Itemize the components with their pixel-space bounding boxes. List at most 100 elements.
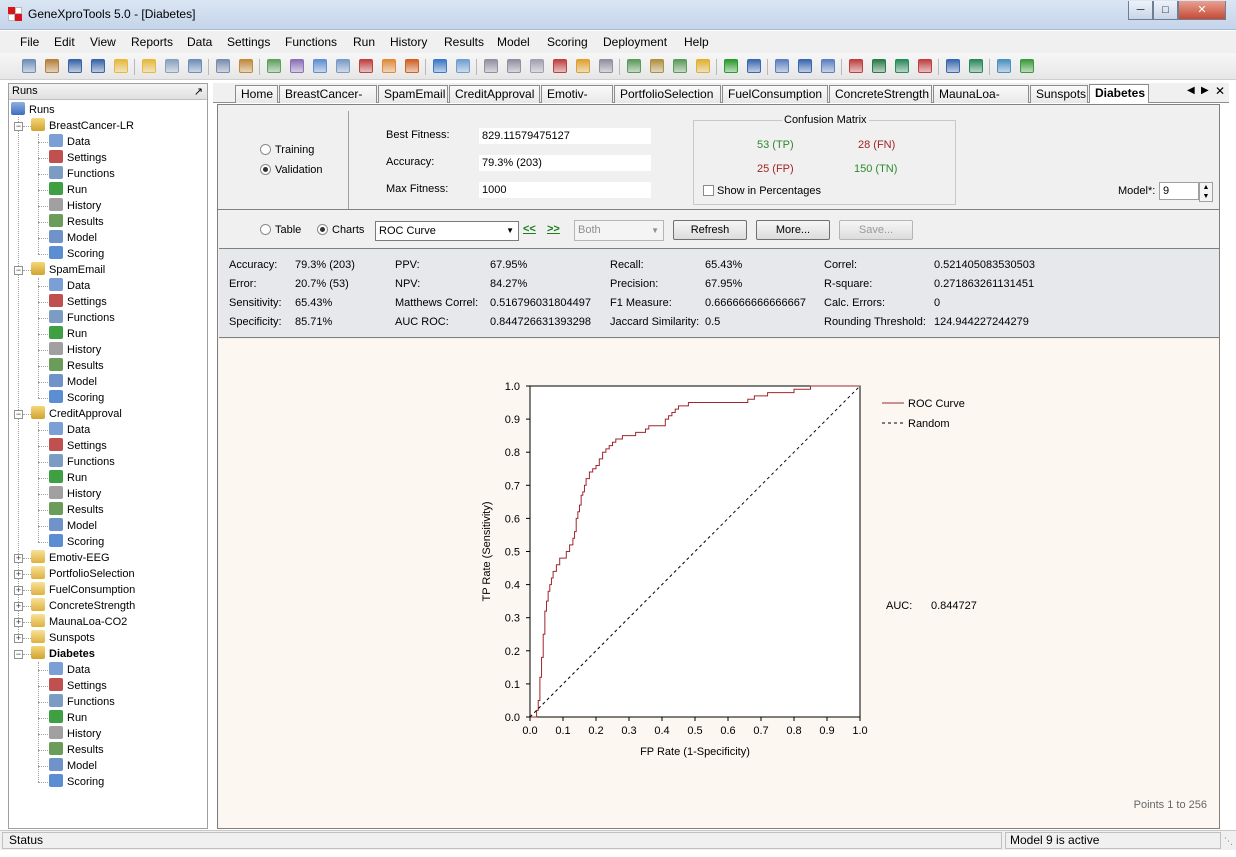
tab-spamemail[interactable]: SpamEmail (378, 85, 448, 103)
tree-spamemail-functions[interactable]: Functions (49, 310, 115, 326)
toolbar-tool-37-icon[interactable] (895, 59, 909, 73)
tree-run-portfolioselection[interactable]: PortfolioSelection (31, 566, 135, 582)
tree-creditapproval-data[interactable]: Data (49, 422, 90, 438)
toolbar-tool-8-icon[interactable] (188, 59, 202, 73)
tree-breastcancer-lr-settings[interactable]: Settings (49, 150, 107, 166)
tree-spamemail-settings[interactable]: Settings (49, 294, 107, 310)
menu-results[interactable]: Results (444, 35, 484, 49)
best-fitness-field[interactable]: 829.11579475127 (478, 127, 652, 145)
toolbar-tool-9-icon[interactable] (216, 59, 230, 73)
toolbar-tool-35-icon[interactable] (849, 59, 863, 73)
tree-root-runs[interactable]: Runs (11, 102, 55, 118)
tab-home[interactable]: Home (235, 85, 278, 103)
toolbar-tool-4-icon[interactable] (91, 59, 105, 73)
model-stepper[interactable]: 9 (1159, 182, 1199, 200)
tree-spamemail-data[interactable]: Data (49, 278, 90, 294)
tree-breastcancer-lr-data[interactable]: Data (49, 134, 90, 150)
tree-creditapproval-settings[interactable]: Settings (49, 438, 107, 454)
toolbar-tool-42-icon[interactable] (1020, 59, 1034, 73)
toolbar-tool-14-icon[interactable] (336, 59, 350, 73)
tree-run-creditapproval[interactable]: CreditApproval (31, 406, 122, 422)
tree-spamemail-results[interactable]: Results (49, 358, 104, 374)
toolbar-tool-34-icon[interactable] (821, 59, 835, 73)
menu-model[interactable]: Model (497, 35, 530, 49)
stepper-up-icon[interactable]: ▲ (1200, 183, 1212, 192)
tab-diabetes[interactable]: Diabetes (1089, 84, 1149, 103)
tree-run-maunaloa-co2[interactable]: MaunaLoa-CO2 (31, 614, 127, 630)
expand-toggle-icon[interactable]: − (14, 266, 23, 275)
tree-run-emotiv-eeg[interactable]: Emotiv-EEG (31, 550, 110, 566)
tree-diabetes-data[interactable]: Data (49, 662, 90, 678)
toolbar-tool-31-icon[interactable] (747, 59, 761, 73)
toolbar-tool-21-icon[interactable] (507, 59, 521, 73)
toolbar-tool-25-icon[interactable] (599, 59, 613, 73)
tab-close-icon[interactable]: ✕ (1215, 84, 1225, 98)
tree-diabetes-history[interactable]: History (49, 726, 101, 742)
toolbar-tool-16-icon[interactable] (382, 59, 396, 73)
tree-spamemail-run[interactable]: Run (49, 326, 87, 342)
tree-run-fuelconsumption[interactable]: FuelConsumption (31, 582, 135, 598)
tree-run-sunspots[interactable]: Sunspots (31, 630, 95, 646)
tab-concretestrength[interactable]: ConcreteStrength (829, 85, 932, 103)
accuracy-field[interactable]: 79.3% (203) (478, 154, 652, 172)
save-button[interactable]: Save... (839, 220, 913, 240)
tab-sunspots[interactable]: Sunspots (1030, 85, 1088, 103)
tree-diabetes-functions[interactable]: Functions (49, 694, 115, 710)
toolbar-tool-29-icon[interactable] (696, 59, 710, 73)
minimize-button[interactable]: ─ (1128, 1, 1153, 20)
table-radio[interactable]: Table (260, 224, 301, 236)
expand-toggle-icon[interactable]: + (14, 554, 23, 563)
toolbar-tool-13-icon[interactable] (313, 59, 327, 73)
next-chart-link[interactable]: >> (547, 223, 560, 235)
menu-functions[interactable]: Functions (285, 35, 337, 49)
expand-toggle-icon[interactable]: + (14, 634, 23, 643)
menu-reports[interactable]: Reports (131, 35, 173, 49)
stepper-down-icon[interactable]: ▼ (1200, 192, 1212, 201)
tree-creditapproval-history[interactable]: History (49, 486, 101, 502)
menu-file[interactable]: File (20, 35, 39, 49)
refresh-button[interactable]: Refresh (673, 220, 747, 240)
max-fitness-field[interactable]: 1000 (478, 181, 652, 199)
toolbar-tool-17-icon[interactable] (405, 59, 419, 73)
expand-toggle-icon[interactable]: − (14, 122, 23, 131)
toolbar-tool-10-icon[interactable] (239, 59, 253, 73)
menu-help[interactable]: Help (684, 35, 709, 49)
tab-scroll-left-icon[interactable]: ◀ (1187, 85, 1195, 96)
toolbar-tool-33-icon[interactable] (798, 59, 812, 73)
model-stepper-arrows[interactable]: ▲ ▼ (1199, 182, 1213, 202)
tree-run-concretestrength[interactable]: ConcreteStrength (31, 598, 135, 614)
menu-run[interactable]: Run (353, 35, 375, 49)
tab-maunaloa-co2[interactable]: MaunaLoa-CO2 (933, 85, 1029, 117)
toolbar-tool-26-icon[interactable] (627, 59, 641, 73)
menu-edit[interactable]: Edit (54, 35, 75, 49)
toolbar-tool-30-icon[interactable] (724, 59, 738, 73)
tree-run-breastcancer-lr[interactable]: BreastCancer-LR (31, 118, 134, 134)
charts-radio[interactable]: Charts (317, 224, 364, 236)
tree-breastcancer-lr-model[interactable]: Model (49, 230, 97, 246)
toolbar-tool-38-icon[interactable] (918, 59, 932, 73)
toolbar-tool-40-icon[interactable] (969, 59, 983, 73)
training-radio[interactable]: Training (260, 144, 314, 156)
toolbar-tool-41-icon[interactable] (997, 59, 1011, 73)
tree-breastcancer-lr-run[interactable]: Run (49, 182, 87, 198)
maximize-button[interactable]: □ (1153, 1, 1178, 20)
tree-diabetes-scoring[interactable]: Scoring (49, 774, 104, 790)
pin-icon[interactable]: ↗ (194, 85, 203, 100)
expand-toggle-icon[interactable]: + (14, 618, 23, 627)
toolbar-tool-28-icon[interactable] (673, 59, 687, 73)
toolbar-tool-3-icon[interactable] (68, 59, 82, 73)
tree-creditapproval-functions[interactable]: Functions (49, 454, 115, 470)
toolbar-tool-6-icon[interactable] (142, 59, 156, 73)
toolbar-tool-24-icon[interactable] (576, 59, 590, 73)
expand-toggle-icon[interactable]: + (14, 570, 23, 579)
toolbar-tool-7-icon[interactable] (165, 59, 179, 73)
toolbar-tool-1-icon[interactable] (22, 59, 36, 73)
tree-creditapproval-run[interactable]: Run (49, 470, 87, 486)
menu-scoring[interactable]: Scoring (547, 35, 588, 49)
resize-grip-icon[interactable]: ⋱ (1224, 836, 1233, 847)
toolbar-tool-15-icon[interactable] (359, 59, 373, 73)
tree-run-diabetes[interactable]: Diabetes (31, 646, 95, 662)
previous-chart-link[interactable]: << (523, 223, 536, 235)
menu-history[interactable]: History (390, 35, 427, 49)
toolbar-tool-5-icon[interactable] (114, 59, 128, 73)
